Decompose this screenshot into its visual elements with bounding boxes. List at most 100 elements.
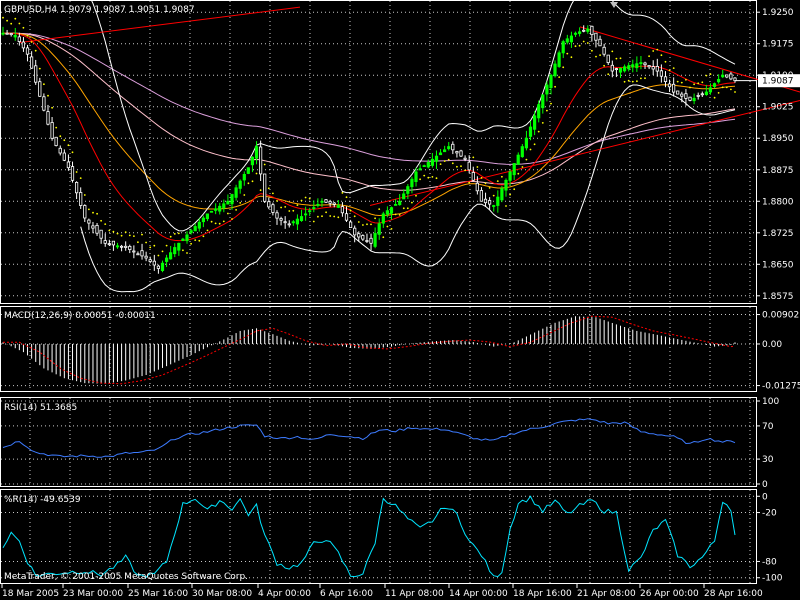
candle-body [87,219,91,224]
parabolic-sar-dot [607,73,610,76]
candle-body [308,210,312,213]
candle-body [336,205,340,208]
current-price-tag: 1.9087 [758,74,800,88]
parabolic-sar-dot [668,69,671,72]
candle-body [528,126,533,137]
y-axis-tick-label: 1.8800 [762,197,794,207]
parabolic-sar-dot [435,177,438,180]
parabolic-sar-dot [611,50,614,53]
parabolic-sar-dot [14,17,17,20]
parabolic-sar-dot [337,216,340,219]
x-axis-tick-label: 21 Apr 08:00 [577,589,636,599]
y-axis-tick-label: 0 [762,492,768,502]
x-axis-tick-label: 18 Apr 16:00 [513,589,572,599]
parabolic-sar-dot [496,180,499,183]
parabolic-sar-dot [120,234,123,237]
parabolic-sar-dot [713,96,716,99]
candle-body [316,203,320,206]
parabolic-sar-dot [476,166,479,168]
candle-body [46,111,50,125]
candle-body [328,200,332,204]
parabolic-sar-dot [648,55,650,58]
candle-body [324,199,328,203]
parabolic-sar-dot [492,194,495,197]
parabolic-sar-dot [128,234,131,237]
candle-body [79,192,83,206]
y-axis-tick-label: 1.9175 [762,40,794,50]
candle-body [565,38,569,43]
candle-body [545,84,549,95]
wpr-pane-title: %R(14) -49.6539 [4,495,81,505]
parabolic-sar-dot [259,189,262,192]
candle-body [459,150,463,157]
candle-body [222,203,226,209]
candle-body [136,253,140,256]
parabolic-sar-dot [357,221,360,223]
candle-body [672,83,676,93]
parabolic-sar-dot [149,246,152,249]
parabolic-sar-dot [321,215,323,218]
parabolic-sar-dot [222,220,225,223]
candle-body [177,242,181,251]
candle-body [156,265,160,269]
copyright-text: MetaTrader, © 2001-2005 MetaQuotes Softw… [4,572,248,582]
parabolic-sar-dot [10,22,13,25]
candle-body [447,146,451,150]
candle-body [95,224,99,234]
parabolic-sar-dot [255,172,258,175]
candle-body [115,245,120,248]
candle-body [688,96,692,101]
parabolic-sar-dot [672,67,675,69]
parabolic-sar-dot [169,235,172,238]
candle-body [406,186,410,194]
parabolic-sar-dot [296,204,299,207]
parabolic-sar-dot [451,162,454,165]
y-axis-tick-label: 1.9025 [762,103,794,113]
candle-body [42,96,46,111]
candle-body [537,104,541,119]
parabolic-sar-dot [533,143,536,146]
parabolic-sar-dot [214,222,217,225]
parabolic-sar-dot [660,54,663,57]
parabolic-sar-dot [631,80,634,83]
parabolic-sar-dot [501,175,503,178]
parabolic-sar-dot [227,212,229,215]
candle-body [549,74,553,88]
candle-body [676,90,680,95]
parabolic-sar-dot [333,215,336,218]
parabolic-sar-dot [345,196,348,199]
candle-body [602,46,606,55]
candle-body [590,25,594,35]
candle-body [647,65,651,68]
parabolic-sar-dot [591,49,593,52]
candle-body [267,201,271,208]
candle-body [279,218,283,221]
candle-body [189,230,193,233]
parabolic-sar-dot [190,242,193,245]
candle-body [402,193,406,200]
candle-body [434,155,439,162]
parabolic-sar-dot [210,220,213,223]
parabolic-sar-dot [235,209,238,211]
candle-body [99,229,103,239]
parabolic-sar-dot [75,171,78,173]
parabolic-sar-dot [529,148,532,151]
parabolic-sar-dot [517,172,520,175]
parabolic-sar-dot [402,207,405,210]
candle-body [50,122,54,139]
parabolic-sar-dot [570,56,573,59]
parabolic-sar-dot [308,197,311,200]
candle-body [500,188,504,201]
candle-body [164,257,169,262]
candle-body [140,250,144,257]
candle-body [38,81,42,97]
candle-body [385,210,390,215]
candle-body [160,262,165,272]
y-axis-tick-label: 0.00902 [762,311,799,321]
candle-body [124,245,128,248]
candle-body [83,205,87,219]
parabolic-sar-dot [730,88,732,91]
candle-body [332,202,336,205]
parabolic-sar-dot [554,85,556,88]
parabolic-sar-dot [329,215,332,217]
